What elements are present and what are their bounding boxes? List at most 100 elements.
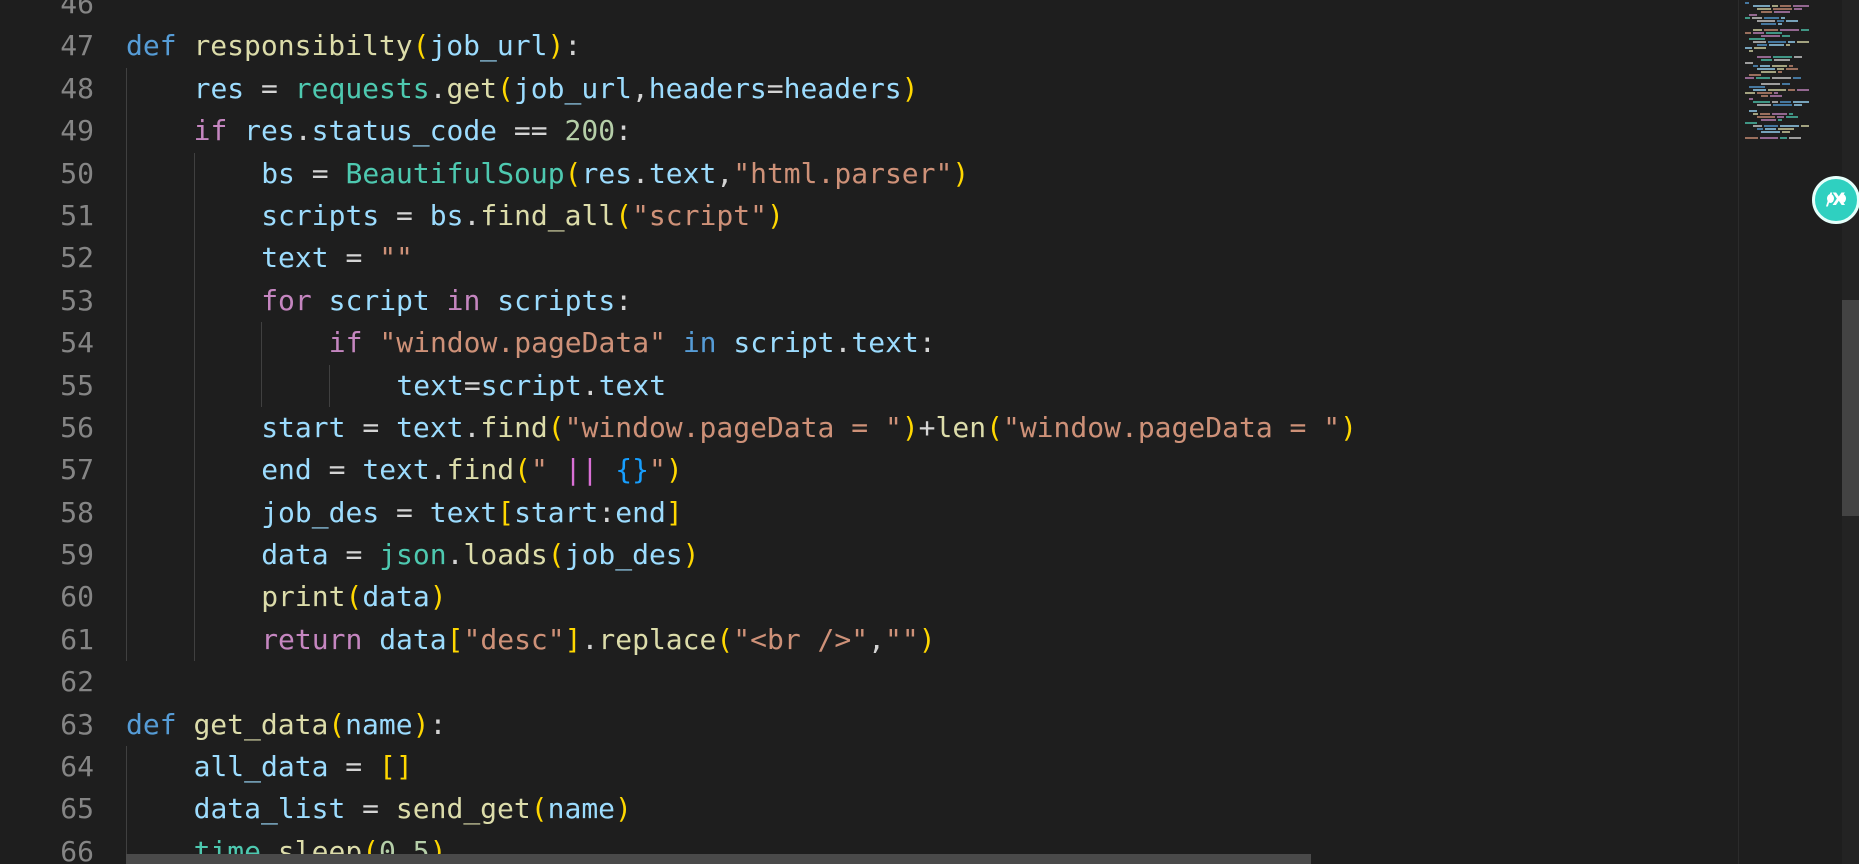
code-token: replace <box>598 622 717 656</box>
minimap-stroke <box>1760 137 1778 139</box>
minimap-stroke <box>1780 137 1787 139</box>
code-token: ) <box>547 29 565 63</box>
line-number: 64 <box>60 750 94 784</box>
code-token: ( <box>412 29 430 63</box>
code-line[interactable]: 60 print(data) <box>0 576 1738 619</box>
code-token: start <box>261 410 346 444</box>
code-token: . <box>429 453 447 487</box>
code-token: "<br />" <box>733 622 869 656</box>
vertical-scrollbar-thumb[interactable] <box>1842 300 1859 516</box>
minimap-stroke <box>1780 29 1799 31</box>
code-token: . <box>463 410 481 444</box>
code-line[interactable]: 47 def responsibilty(job_url): <box>0 25 1738 67</box>
code-token: = <box>294 156 346 190</box>
code-line[interactable]: 61 return data["desc"].replace("<br />","… <box>0 618 1738 662</box>
code-line[interactable]: 62 <box>0 661 1738 703</box>
minimap-stroke <box>1764 125 1778 127</box>
code-area[interactable]: 46 47 def responsibilty(job_url): 48 res = r… <box>0 0 1738 864</box>
indent-guide <box>193 279 195 323</box>
code-line[interactable]: 50 bs = BeautifulSoup(res.text,"html.pars… <box>0 152 1738 195</box>
code-token: " <box>648 453 666 487</box>
minimap-stroke <box>1745 62 1753 64</box>
minimap-stroke <box>1788 41 1795 43</box>
code-token: name <box>547 792 616 826</box>
code-line[interactable]: 56 start = text.find("window.pageData = "… <box>0 406 1738 450</box>
code-editor[interactable]: 46 47 def responsibilty(job_url): 48 res = r… <box>0 0 1859 864</box>
minimap-stroke <box>1753 32 1764 34</box>
line-number: 66 <box>60 834 94 864</box>
code-token: get_data <box>193 707 329 741</box>
code-token: status_code <box>311 114 498 148</box>
code-token: "window.pageData = " <box>564 410 902 444</box>
code-token: "window.pageData = " <box>1002 410 1341 444</box>
minimap-stroke <box>1789 65 1793 67</box>
minimap-stroke <box>1753 89 1766 91</box>
code-line[interactable]: 64 all_data = [] <box>0 746 1738 789</box>
code-line[interactable]: 55 text=script.text <box>0 364 1738 407</box>
indent-guide <box>126 534 127 577</box>
line-number: 60 <box>60 580 94 614</box>
code-token: = <box>345 410 397 444</box>
code-line[interactable]: 63 def get_data(name): <box>0 704 1738 746</box>
code-token: : <box>429 707 447 741</box>
minimap-stroke <box>1757 104 1771 106</box>
code-token: "" <box>884 622 919 656</box>
code-text: def responsibilty(job_url): <box>126 25 581 67</box>
code-line[interactable]: 54 if "window.pageData" in script.text: <box>0 322 1738 365</box>
code-token: res <box>193 71 245 105</box>
minimap-stroke <box>1749 50 1753 52</box>
minimap-stroke <box>1760 113 1770 115</box>
code-token: find <box>446 453 515 487</box>
code-token: data <box>379 622 447 656</box>
minimap-stroke <box>1745 17 1750 19</box>
minimap-stroke <box>1777 20 1784 22</box>
code-line[interactable]: 48 res = requests.get(job_url,headers=hea… <box>0 67 1738 111</box>
indent-guide <box>193 618 195 662</box>
code-token: . <box>632 156 649 190</box>
code-token: send_get <box>395 792 531 826</box>
code-line[interactable]: 59 data = json.loads(job_des) <box>0 534 1738 577</box>
code-token: def <box>126 29 177 63</box>
code-line[interactable]: 53 for script in scripts: <box>0 279 1738 323</box>
minimap-stroke <box>1797 41 1809 43</box>
code-token: ( <box>716 622 734 656</box>
line-number: 63 <box>60 707 94 741</box>
minimap-stroke <box>1773 8 1792 10</box>
minimap-stroke <box>1745 137 1758 139</box>
code-token: . <box>446 538 464 572</box>
code-line[interactable]: 51 scripts = bs.find_all("script") <box>0 194 1738 238</box>
code-token: job_des <box>261 495 380 529</box>
code-line[interactable]: 58 job_des = text[start:end] <box>0 491 1738 535</box>
minimap-stroke <box>1772 5 1778 7</box>
code-line[interactable]: 65 data_list = send_get(name) <box>0 788 1738 831</box>
minimap-stroke <box>1777 116 1784 118</box>
code-token: , <box>716 156 734 190</box>
minimap-stroke <box>1768 89 1786 91</box>
code-token: . <box>463 198 481 232</box>
minimap-stroke <box>1772 77 1791 79</box>
cat-mascot-icon[interactable]: /X <box>1812 176 1859 224</box>
code-token: if <box>193 114 228 148</box>
code-token: return <box>261 622 363 656</box>
code-line[interactable]: 57 end = text.find(" || {}") <box>0 449 1738 492</box>
indent-guide <box>126 406 127 450</box>
minimap-stroke <box>1764 29 1778 31</box>
line-number: 51 <box>60 198 94 232</box>
minimap[interactable] <box>1738 0 1843 864</box>
minimap-stroke <box>1788 89 1795 91</box>
code-line[interactable]: 49 if res.status_code == 200: <box>0 110 1738 153</box>
code-line[interactable]: 52 text = "" <box>0 237 1738 280</box>
code-token: if <box>328 326 363 360</box>
code-token: script <box>480 368 582 402</box>
code-token: text <box>851 326 919 360</box>
minimap-stroke <box>1786 44 1790 46</box>
code-text: job_des = text[start:end] <box>261 492 682 534</box>
minimap-stroke <box>1765 128 1776 130</box>
code-line[interactable]: 46 <box>0 0 1738 25</box>
minimap-stroke <box>1757 8 1771 10</box>
minimap-stroke <box>1753 125 1762 127</box>
horizontal-scrollbar[interactable] <box>126 854 1311 864</box>
indent-guide <box>193 364 195 407</box>
minimap-stroke <box>1761 23 1776 25</box>
code-token: , <box>631 71 649 105</box>
